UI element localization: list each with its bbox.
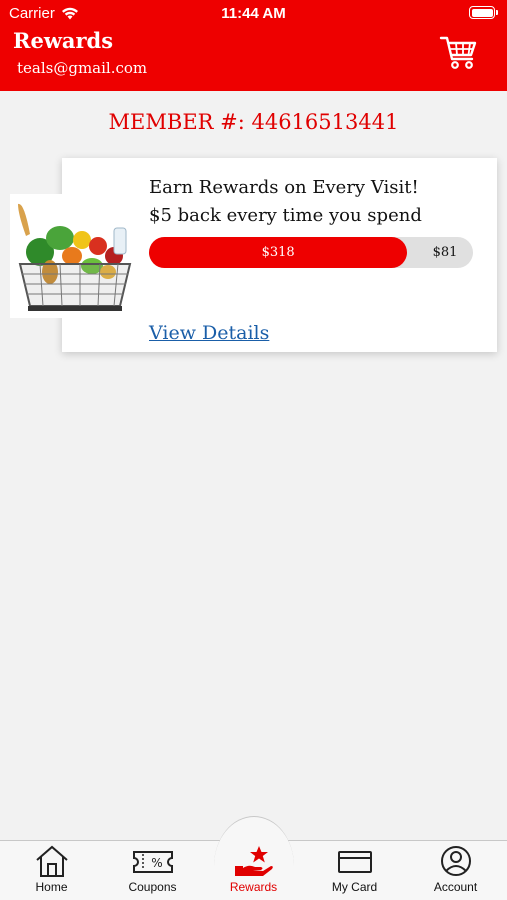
card-icon <box>337 851 372 873</box>
reward-subline: $5 back every time you spend <box>149 205 422 226</box>
progress-remaining: $81 <box>432 245 458 260</box>
member-number: MEMBER #: 44616513441 <box>108 110 399 134</box>
tab-home[interactable]: Home <box>1 844 102 900</box>
account-icon <box>440 846 471 876</box>
tab-account[interactable]: Account <box>405 844 506 900</box>
battery-icon <box>469 6 498 19</box>
reward-progress-bar: $318 $81 <box>149 237 473 268</box>
tab-my-card-label: My Card <box>331 880 378 894</box>
app-header: Rewards teals@gmail.com <box>0 26 507 91</box>
tab-coupons-label: Coupons <box>128 880 177 894</box>
page-title: Rewards <box>13 28 114 53</box>
tab-account-label: Account <box>433 880 478 894</box>
reward-description: Earn Rewards on Every Visit! $5 back eve… <box>149 174 422 230</box>
tab-rewards[interactable]: Rewards <box>203 844 304 900</box>
status-time: 11:44 AM <box>221 5 286 22</box>
cart-icon <box>439 36 477 69</box>
coupon-icon: % <box>132 851 173 873</box>
tab-home-label: Home <box>35 880 68 894</box>
tab-coupons[interactable]: % Coupons <box>102 844 203 900</box>
svg-text:%: % <box>151 856 162 870</box>
grocery-basket-image <box>10 194 140 318</box>
view-details-link[interactable]: View Details <box>149 322 269 344</box>
tab-rewards-label: Rewards <box>229 880 278 894</box>
reward-headline: Earn Rewards on Every Visit! <box>149 177 419 198</box>
progress-spent: $318 <box>149 237 408 268</box>
user-email: teals@gmail.com <box>17 59 148 77</box>
rewards-icon <box>234 846 273 876</box>
tab-my-card[interactable]: My Card <box>304 844 405 900</box>
cart-button[interactable] <box>439 32 479 72</box>
home-icon <box>35 845 68 877</box>
status-bar: Carrier 11:44 AM <box>0 0 507 26</box>
